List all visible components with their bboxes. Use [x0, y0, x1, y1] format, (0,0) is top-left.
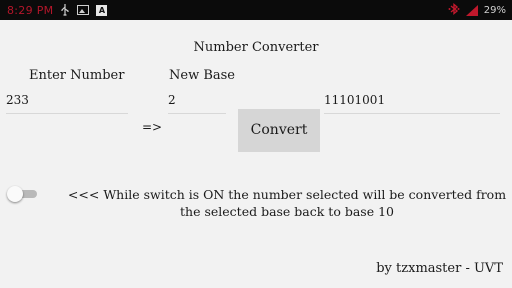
usb-icon	[60, 4, 70, 16]
switch-info-text: <<< While switch is ON the number select…	[67, 187, 507, 219]
signal-icon	[465, 4, 478, 16]
base-input[interactable]: 2	[168, 91, 226, 114]
credit-text: by tzxmaster - UVT	[376, 261, 503, 276]
reverse-switch[interactable]	[7, 186, 39, 202]
status-time: 8:29 PM	[7, 3, 54, 17]
status-bar-left: 8:29 PM A	[7, 0, 108, 20]
status-bar: 8:29 PM A 29%	[0, 0, 512, 20]
page-title: Number Converter	[193, 40, 319, 55]
result-output: 11101001	[324, 91, 500, 114]
battery-level: 29%	[483, 4, 506, 16]
convert-button[interactable]: Convert	[238, 109, 320, 152]
switch-thumb	[7, 186, 23, 202]
number-input[interactable]: 233	[6, 91, 128, 114]
a-app-icon: A	[96, 4, 108, 16]
status-bar-right: 29%	[448, 0, 506, 20]
enter-number-label: Enter Number	[29, 68, 125, 83]
bluetooth-icon	[448, 2, 460, 18]
arrow-label: =>	[142, 120, 163, 134]
new-base-label: New Base	[169, 68, 235, 83]
image-icon	[77, 5, 90, 15]
